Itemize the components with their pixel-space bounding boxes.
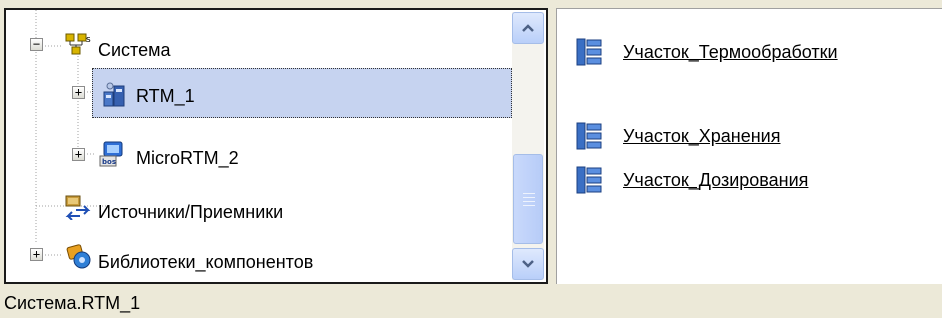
thumb-grip-line xyxy=(523,197,535,198)
status-path-text: Система.RTM_1 xyxy=(4,293,141,313)
section-link-storage[interactable]: Участок_Хранения xyxy=(623,126,780,147)
tree-node-rtm1[interactable]: RTM_1 xyxy=(136,86,195,107)
os-computer-icon: bos xyxy=(99,141,123,167)
tree-vertical-scrollbar[interactable] xyxy=(512,12,544,280)
tree-node-micrortm2[interactable]: MicroRTM_2 xyxy=(136,148,239,169)
status-bar: Система.RTM_1 xyxy=(0,288,942,318)
sections-pane: Участок_Термообработки Участок_Хранения … xyxy=(556,8,942,284)
scroll-up-button[interactable] xyxy=(512,12,544,44)
expand-toggle-libraries[interactable]: + xyxy=(30,248,43,261)
section-link-heat-treatment[interactable]: Участок_Термообработки xyxy=(623,42,838,63)
runtime-module-icon xyxy=(103,82,125,107)
sources-receivers-icon xyxy=(65,195,91,220)
chevron-down-icon xyxy=(522,260,534,268)
thumb-grip-line xyxy=(523,205,535,206)
section-list-icon xyxy=(576,166,602,194)
section-link-dosing[interactable]: Участок_Дозирования xyxy=(623,170,808,191)
tree-node-sistema[interactable]: Система xyxy=(98,40,171,61)
section-list-icon xyxy=(576,38,602,66)
component-library-icon xyxy=(66,244,91,269)
section-item-heat-treatment[interactable]: Участок_Термообработки xyxy=(575,37,838,67)
thumb-grip-line xyxy=(523,201,535,202)
tree-node-sources-receivers[interactable]: Источники/Приемники xyxy=(98,202,283,223)
svg-text:s: s xyxy=(86,35,91,45)
section-item-storage[interactable]: Участок_Хранения xyxy=(575,121,780,151)
section-item-dosing[interactable]: Участок_Дозирования xyxy=(575,165,808,195)
scroll-down-button[interactable] xyxy=(512,248,544,280)
expand-toggle-micrortm2[interactable]: + xyxy=(72,148,85,161)
thumb-grip-line xyxy=(523,193,535,194)
section-list-icon xyxy=(576,122,602,150)
scroll-thumb[interactable] xyxy=(513,154,543,244)
project-tree[interactable]: − s Система + RTM_1 + bos MicroRTM_2 Ист… xyxy=(4,8,548,284)
expand-toggle-rtm1[interactable]: + xyxy=(72,86,85,99)
collapse-toggle-sistema[interactable]: − xyxy=(30,38,43,51)
chevron-up-icon xyxy=(522,24,534,32)
network-icon: s xyxy=(65,33,91,55)
svg-text:bos: bos xyxy=(102,158,116,166)
tree-node-component-libraries[interactable]: Библиотеки_компонентов xyxy=(98,252,313,273)
